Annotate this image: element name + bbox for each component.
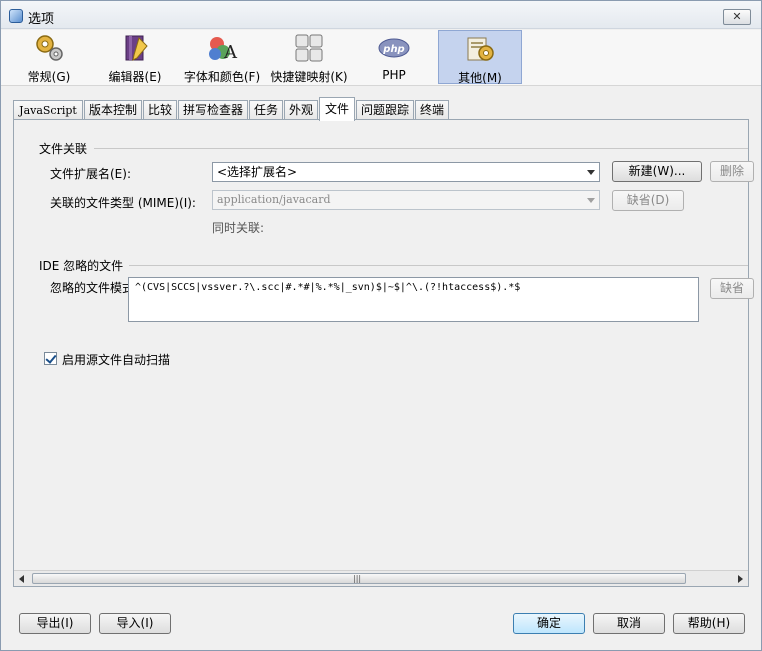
grip-icon: ||| <box>353 574 362 583</box>
svg-text:php: php <box>382 44 404 55</box>
close-button[interactable]: ✕ <box>723 9 751 25</box>
window-title: 选项 <box>28 12 55 27</box>
file-extension-label: 文件扩展名(E): <box>50 167 131 181</box>
gears-icon <box>36 35 63 61</box>
title-bar: 选项 ✕ <box>1 1 761 29</box>
mime-default-button[interactable]: 缺省(D) <box>612 190 684 211</box>
category-fonts-colors[interactable]: A 字体和颜色(F) <box>179 30 265 84</box>
help-button[interactable]: 帮助(H) <box>673 613 745 634</box>
section-title-file-association: 文件关联 <box>39 142 88 156</box>
category-php[interactable]: php PHP <box>359 30 429 84</box>
fonts-colors-icon: A <box>209 37 238 63</box>
auto-scan-checkbox[interactable] <box>44 352 57 365</box>
category-general[interactable]: 常规(G) <box>7 30 91 84</box>
section-divider <box>94 148 748 149</box>
files-panel: 文件关联 文件扩展名(E): <选择扩展名> 新建(W)... 删除 关联的文件… <box>13 119 754 587</box>
import-button[interactable]: 导入(I) <box>99 613 171 634</box>
horizontal-scrollbar[interactable]: ||| <box>14 570 748 586</box>
mime-type-value: application/javacard <box>217 193 331 206</box>
category-label: PHP <box>382 68 406 82</box>
export-button[interactable]: 导出(I) <box>19 613 91 634</box>
section-title-ignored-files: IDE 忽略的文件 <box>39 259 124 273</box>
chevron-down-icon <box>587 198 595 203</box>
tab-spellchecker[interactable]: 拼写检查器 <box>178 100 248 121</box>
tab-javascript[interactable]: JavaScript <box>13 100 83 121</box>
category-toolbar: 常规(G) 编辑器(E) A 字体和颜色(F) 快捷键映射(K) php PHP… <box>1 30 761 86</box>
app-icon <box>9 9 23 23</box>
scroll-left-icon[interactable] <box>19 575 24 583</box>
cancel-button[interactable]: 取消 <box>593 613 665 634</box>
ignored-pattern-input[interactable]: ^(CVS|SCCS|vssver.?\.scc|#.*#|%.*%|_svn)… <box>128 277 699 322</box>
php-icon: php <box>378 38 410 58</box>
section-divider <box>129 265 748 266</box>
tab-appearance[interactable]: 外观 <box>284 100 318 121</box>
tab-diff[interactable]: 比较 <box>143 100 177 121</box>
keyboard-icon <box>295 34 323 62</box>
tab-version-control[interactable]: 版本控制 <box>84 100 142 121</box>
new-extension-button[interactable]: 新建(W)... <box>612 161 702 182</box>
ignored-pattern-default-button[interactable]: 缺省 <box>710 278 754 299</box>
category-label: 字体和颜色(F) <box>183 70 261 84</box>
options-dialog: 选项 ✕ 常规(G) 编辑器(E) A 字体和颜色(F) 快捷键映射(K) ph… <box>0 0 762 651</box>
mime-type-combo[interactable]: application/javacard <box>212 190 600 210</box>
also-associate-label: 同时关联: <box>212 221 265 235</box>
miscellaneous-icon <box>467 37 494 61</box>
close-icon: ✕ <box>732 10 742 23</box>
category-label: 其他(M) <box>458 71 502 85</box>
mime-type-label: 关联的文件类型 (MIME)(I): <box>50 196 196 210</box>
file-extension-value: <选择扩展名> <box>217 165 298 179</box>
scroll-right-icon[interactable] <box>738 575 743 583</box>
remove-extension-button[interactable]: 删除 <box>710 161 754 182</box>
chevron-down-icon <box>587 170 595 175</box>
tab-tasks[interactable]: 任务 <box>249 100 283 121</box>
category-label: 快捷键映射(K) <box>270 70 348 84</box>
category-keymap[interactable]: 快捷键映射(K) <box>267 30 351 84</box>
category-miscellaneous[interactable]: 其他(M) <box>438 30 522 85</box>
tab-issue-tracking[interactable]: 问题跟踪 <box>356 100 414 121</box>
svg-text:A: A <box>223 42 238 63</box>
ok-button[interactable]: 确定 <box>513 613 585 634</box>
file-extension-combo[interactable]: <选择扩展名> <box>212 162 600 182</box>
auto-scan-label: 启用源文件自动扫描 <box>62 353 171 367</box>
scrollbar-thumb[interactable]: ||| <box>32 573 686 584</box>
editor-book-icon <box>125 35 148 61</box>
category-editor[interactable]: 编辑器(E) <box>95 30 175 84</box>
tab-terminal[interactable]: 终端 <box>415 100 449 121</box>
category-label: 编辑器(E) <box>108 70 162 84</box>
tab-files[interactable]: 文件 <box>319 97 355 121</box>
category-label: 常规(G) <box>27 70 71 84</box>
